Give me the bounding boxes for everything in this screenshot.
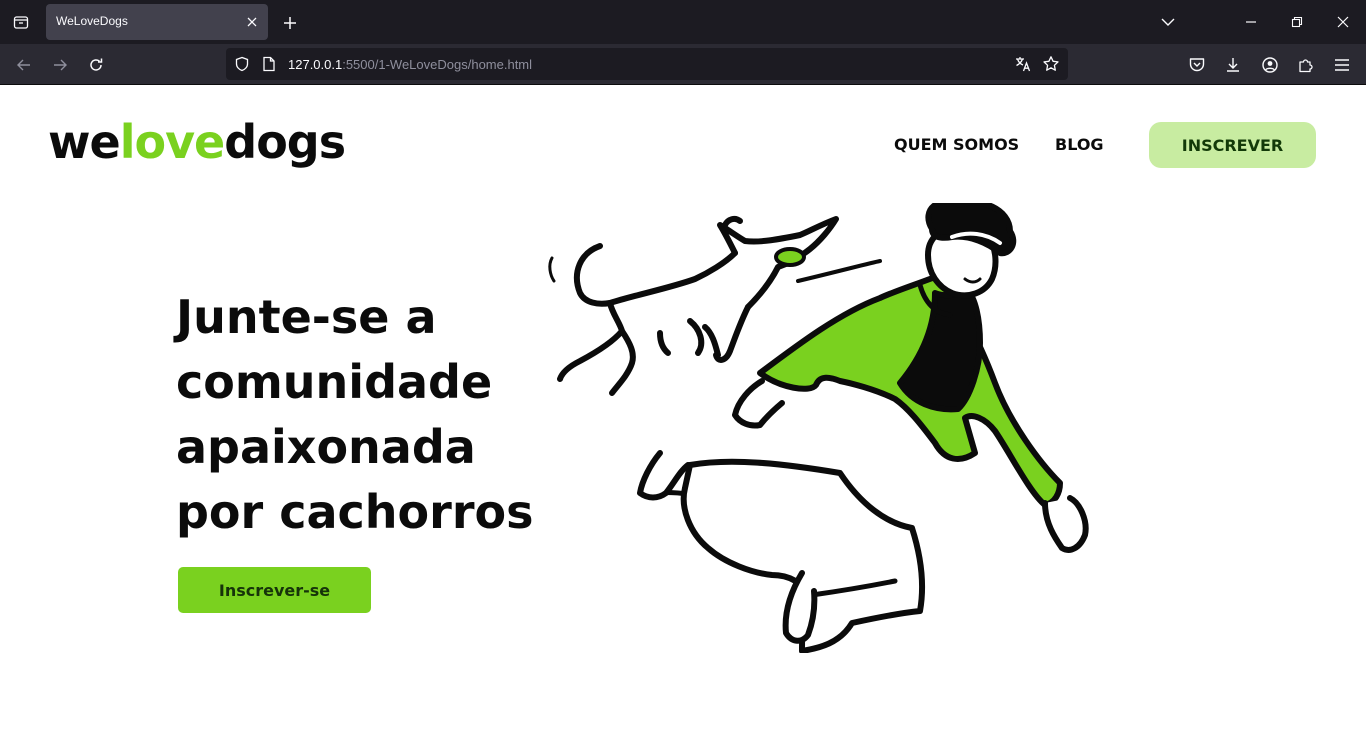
menu-hamburger-icon[interactable] — [1331, 54, 1353, 76]
logo-part-love: love — [119, 115, 226, 169]
browser-navbar: 127.0.0.1:5500/1-WeLoveDogs/home.html — [0, 44, 1366, 85]
translate-icon[interactable] — [1014, 55, 1032, 73]
page-icon — [260, 55, 278, 73]
url-bar[interactable]: 127.0.0.1:5500/1-WeLoveDogs/home.html — [226, 48, 1068, 80]
restore-icon[interactable] — [1285, 10, 1309, 34]
logo-part-we: we — [48, 115, 121, 169]
shield-icon[interactable] — [233, 55, 251, 73]
download-icon[interactable] — [1222, 54, 1244, 76]
close-icon[interactable] — [244, 14, 260, 30]
minimize-icon[interactable] — [1239, 10, 1263, 34]
new-tab-plus-icon[interactable] — [279, 12, 301, 34]
url-path: :5500/1-WeLoveDogs/home.html — [342, 57, 533, 72]
site-logo[interactable]: welovedogs — [48, 115, 346, 169]
logo-part-dogs: dogs — [224, 115, 346, 169]
hero-title-line: por cachorros — [176, 485, 534, 539]
hero-title-line: Junte-se a — [176, 290, 437, 344]
tab-list-icon[interactable] — [0, 0, 42, 44]
page-content: welovedogs QUEM SOMOS BLOG INSCREVER Jun… — [0, 85, 1366, 738]
tab-title: WeLoveDogs — [56, 14, 128, 28]
bookmark-star-icon[interactable] — [1042, 55, 1060, 73]
browser-tabbar: WeLoveDogs — [0, 0, 1366, 44]
window-close-icon[interactable] — [1331, 10, 1355, 34]
hero-title-line: apaixonada — [176, 420, 476, 474]
browser-tab[interactable]: WeLoveDogs — [46, 4, 268, 40]
pocket-icon[interactable] — [1186, 54, 1208, 76]
hero-illustration — [548, 203, 1089, 653]
hero-title: Junte-se a comunidade apaixonada por cac… — [176, 285, 536, 545]
url-text: 127.0.0.1:5500/1-WeLoveDogs/home.html — [288, 57, 532, 72]
reload-icon[interactable] — [83, 52, 109, 78]
hero-title-line: comunidade — [176, 355, 493, 409]
hero-signup-button[interactable]: Inscrever-se — [178, 567, 371, 613]
url-host: 127.0.0.1 — [288, 57, 343, 72]
nav-link-quem-somos[interactable]: QUEM SOMOS — [894, 135, 1019, 154]
forward-arrow-icon[interactable] — [47, 52, 73, 78]
header-signup-button[interactable]: INSCREVER — [1149, 122, 1316, 168]
account-icon[interactable] — [1259, 54, 1281, 76]
nav-link-blog[interactable]: BLOG — [1055, 135, 1104, 154]
chevron-down-icon[interactable] — [1156, 10, 1180, 34]
extensions-icon[interactable] — [1295, 54, 1317, 76]
back-arrow-icon[interactable] — [11, 52, 37, 78]
